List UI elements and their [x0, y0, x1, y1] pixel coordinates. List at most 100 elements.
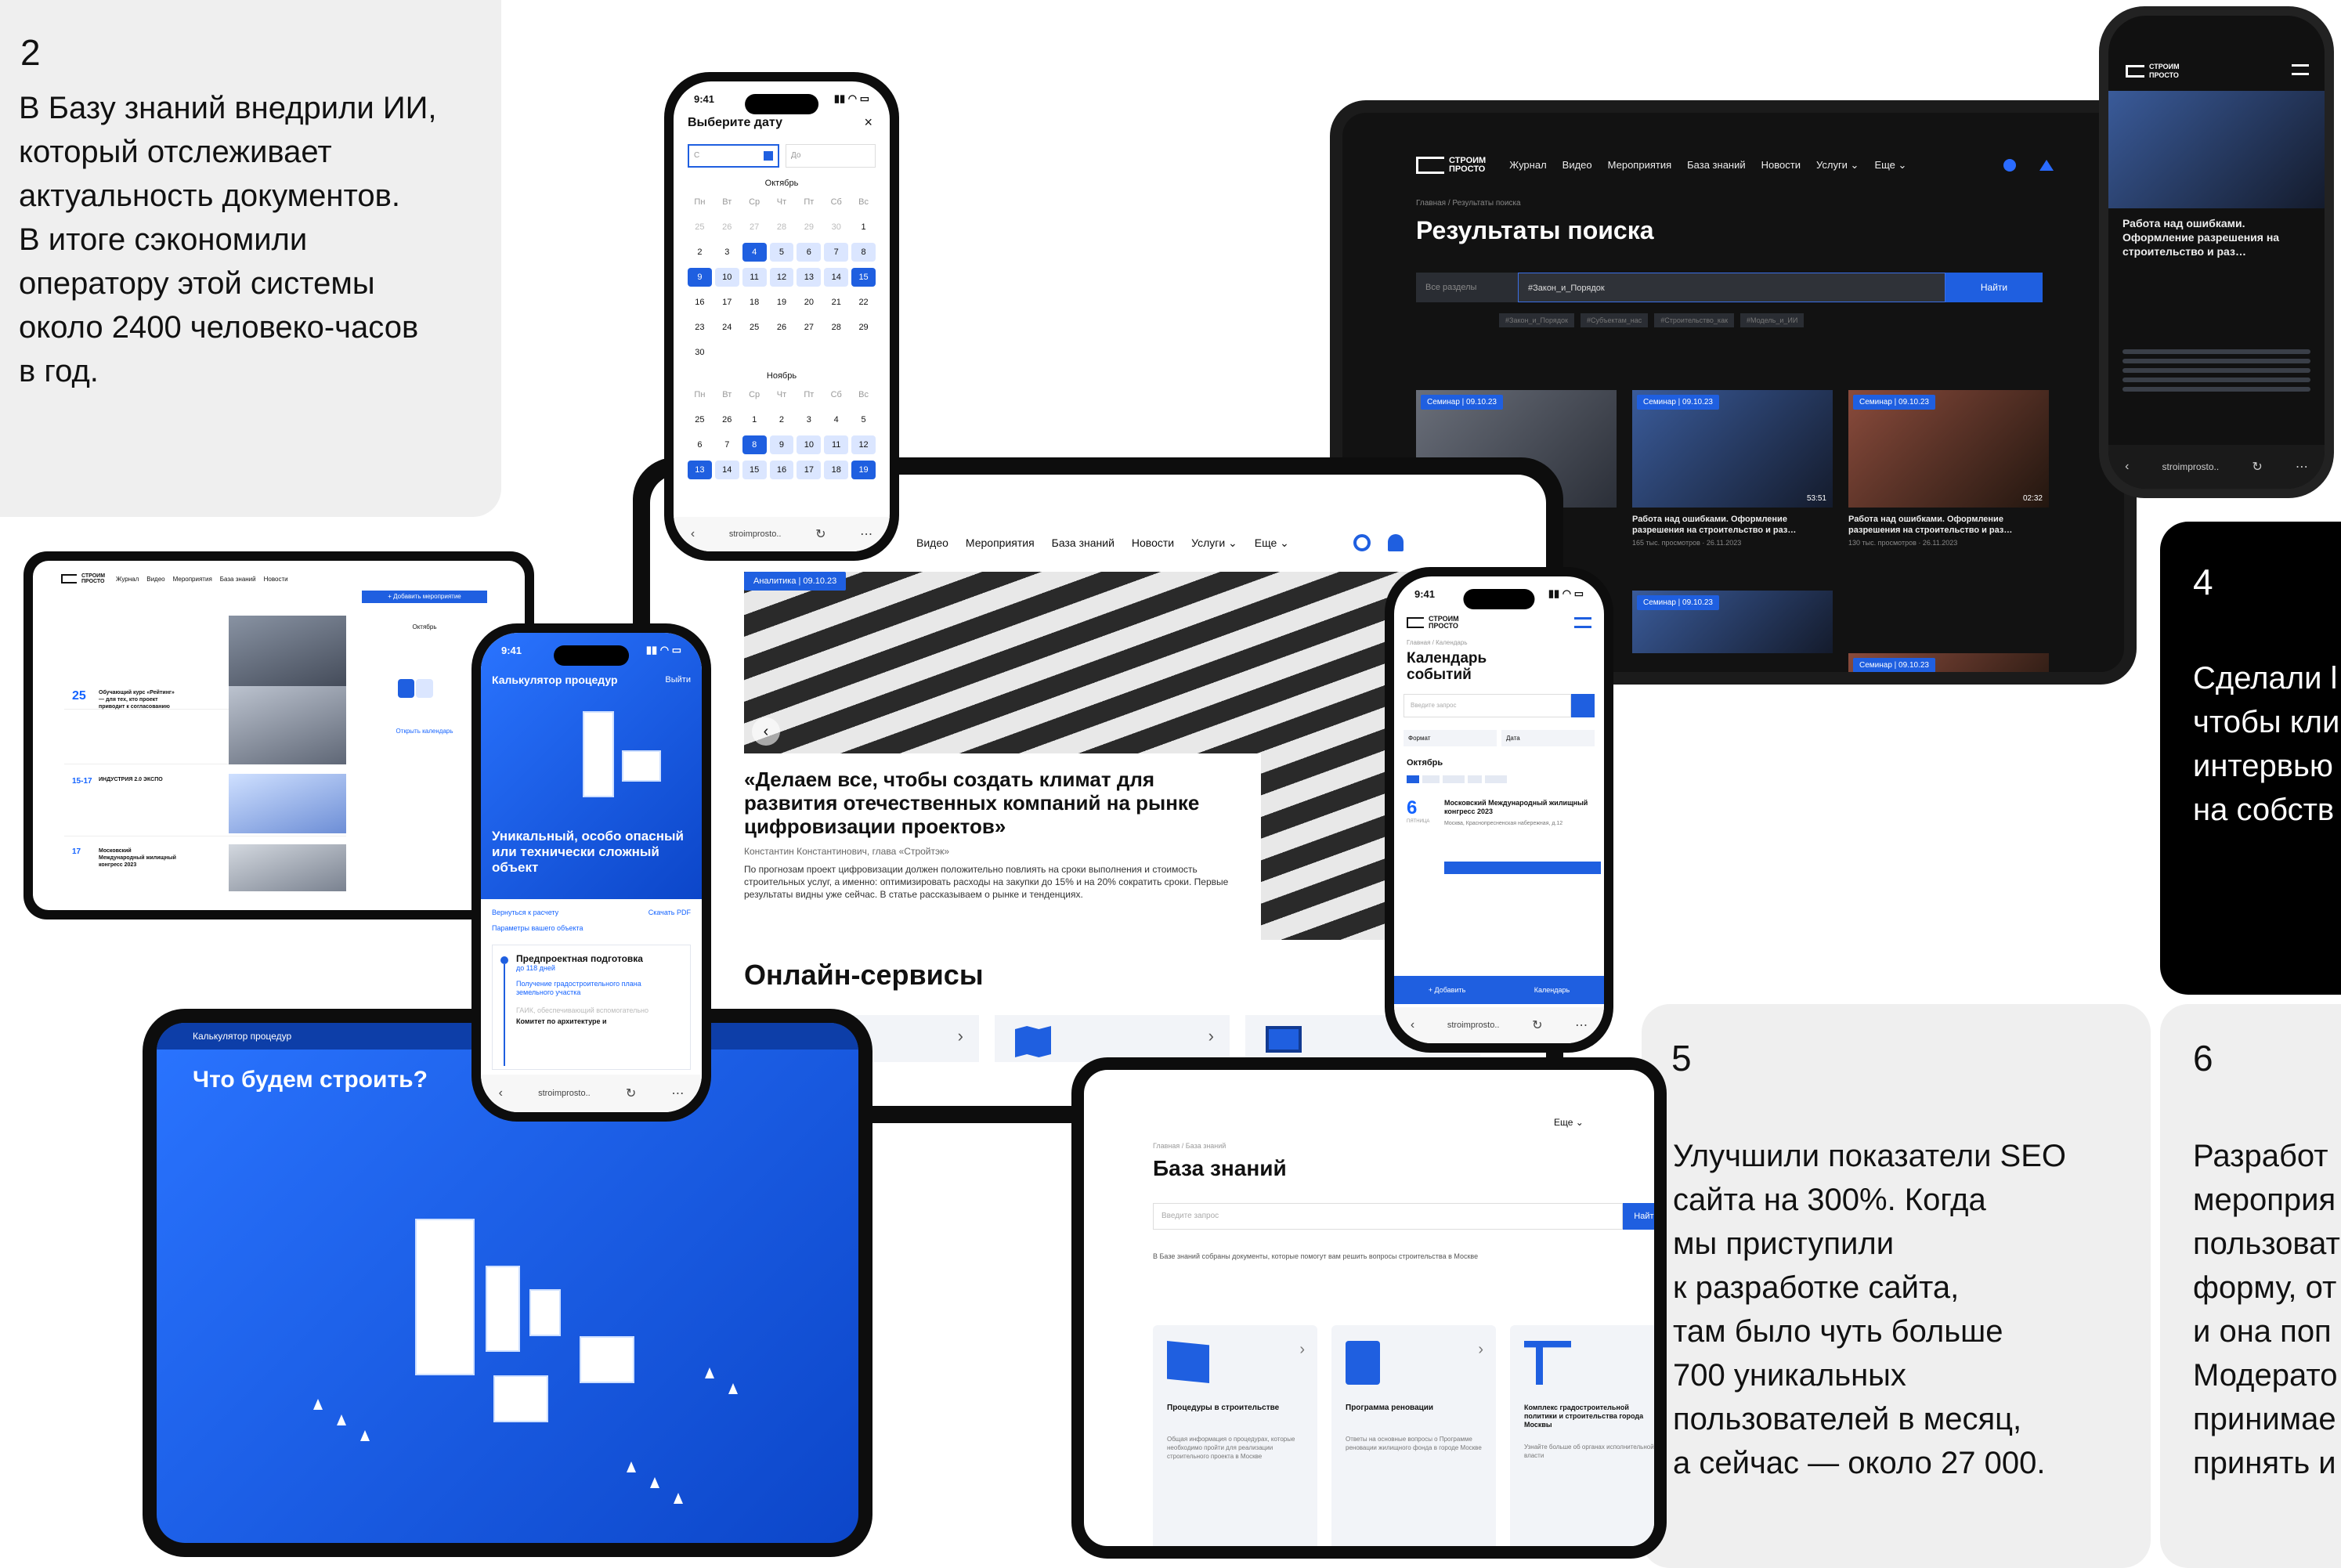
calendar-day[interactable]: 6: [797, 243, 822, 262]
calendar-day[interactable]: 20: [797, 293, 821, 312]
calendar-day[interactable]: 7: [715, 435, 739, 454]
calendar-day[interactable]: 26: [715, 218, 739, 237]
calendar-day[interactable]: 19: [851, 461, 876, 479]
nav-video[interactable]: Видео: [146, 576, 164, 583]
calendar-day[interactable]: 4: [742, 243, 767, 262]
search-button[interactable]: Найти: [1945, 273, 2043, 302]
calendar-day[interactable]: 24: [715, 318, 739, 337]
calendar-day[interactable]: 14: [824, 268, 849, 287]
section-select[interactable]: Все разделы: [1416, 273, 1518, 302]
brand-logo[interactable]: СТРОИМ ПРОСТО: [2126, 63, 2180, 80]
more-icon[interactable]: ⋯: [1575, 1017, 1588, 1033]
nav-kb[interactable]: База знаний: [1687, 159, 1746, 172]
calendar-day[interactable]: 15: [742, 461, 767, 479]
nav-events[interactable]: Мероприятия: [1608, 159, 1672, 172]
calendar-day[interactable]: 29: [797, 218, 821, 237]
nav-events[interactable]: Мероприятия: [173, 576, 212, 583]
tab[interactable]: [1443, 775, 1465, 783]
brand-logo[interactable]: СТРОИМ ПРОСТО: [1407, 616, 1459, 630]
step-item[interactable]: Получение градостроительного плана земел…: [516, 980, 673, 997]
calendar-day[interactable]: 13: [797, 268, 822, 287]
nav-services[interactable]: Услуги ⌄: [1816, 159, 1859, 172]
article-hero-image[interactable]: [2108, 91, 2325, 208]
search-button[interactable]: Найти: [1623, 1203, 1654, 1230]
calendar-day[interactable]: 28: [770, 218, 794, 237]
calendar-day[interactable]: 30: [824, 218, 848, 237]
more-icon[interactable]: ⋯: [2296, 459, 2308, 475]
calendar-day[interactable]: 11: [742, 268, 767, 287]
calendar-day[interactable]: 3: [797, 410, 821, 429]
menu-icon[interactable]: [2292, 64, 2309, 75]
event-row[interactable]: 17 Московский Международный жилищный кон…: [64, 844, 346, 891]
back-icon[interactable]: ‹: [2125, 460, 2129, 474]
calendar-day[interactable]: 27: [742, 218, 767, 237]
calendar-day[interactable]: 25: [688, 218, 712, 237]
calendar-day[interactable]: 27: [797, 318, 821, 337]
search-input[interactable]: Введите запрос: [1404, 694, 1571, 717]
calendar-day[interactable]: 17: [715, 293, 739, 312]
calendar-day[interactable]: 1: [742, 410, 767, 429]
nav-video[interactable]: Видео: [916, 537, 948, 549]
back-icon[interactable]: ‹: [1411, 1018, 1414, 1032]
calendar-day[interactable]: 3: [715, 243, 739, 262]
search-icon[interactable]: [2003, 159, 2016, 172]
open-calendar-link[interactable]: Открыть календарь: [362, 728, 487, 735]
prev-arrow-icon[interactable]: ‹: [752, 717, 780, 746]
calendar-day[interactable]: 1: [851, 218, 876, 237]
nav-journal[interactable]: Журнал: [116, 576, 139, 583]
kb-card[interactable]: › Программа реновации Ответы на основные…: [1331, 1325, 1496, 1546]
nav-news[interactable]: Новости: [1761, 159, 1801, 172]
close-icon[interactable]: ×: [864, 114, 872, 131]
calendar-day[interactable]: 12: [769, 268, 794, 287]
user-icon[interactable]: [1387, 534, 1404, 551]
calendar-day[interactable]: 6: [688, 435, 712, 454]
calendar-day[interactable]: 12: [851, 435, 876, 454]
calendar-day[interactable]: 11: [824, 435, 849, 454]
breadcrumb[interactable]: Главная / База знаний: [1153, 1142, 1226, 1150]
nav-news[interactable]: Новости: [264, 576, 288, 583]
nav-kb[interactable]: База знаний: [1052, 537, 1115, 549]
result-thumbnail[interactable]: Семинар | 09.10.23: [1848, 653, 2049, 672]
url-text[interactable]: stroimprosto..: [729, 529, 782, 539]
search-input[interactable]: #Закон_и_Порядок: [1518, 273, 1945, 302]
service-card[interactable]: ›: [995, 1015, 1230, 1062]
calendar-day[interactable]: 2: [688, 243, 712, 262]
calendar-button[interactable]: Календарь: [1534, 986, 1570, 994]
more-icon[interactable]: ⋯: [860, 526, 872, 542]
pdf-link[interactable]: Скачать PDF: [648, 909, 691, 916]
calendar-day[interactable]: 26: [770, 318, 794, 337]
calendar-day[interactable]: 7: [824, 243, 849, 262]
reload-icon[interactable]: ↻: [1532, 1017, 1542, 1033]
calendar-day[interactable]: 23: [688, 318, 712, 337]
calendar-day[interactable]: 9: [769, 435, 794, 454]
calendar-day[interactable]: 16: [688, 293, 712, 312]
calendar-day[interactable]: 28: [824, 318, 848, 337]
event-row[interactable]: 6 ПЯТНИЦА Московский Международный жилищ…: [1407, 797, 1601, 883]
tab[interactable]: [1422, 775, 1440, 783]
calendar-day[interactable]: 5: [851, 410, 876, 429]
tag[interactable]: #Закон_и_Порядок: [1499, 313, 1574, 327]
brand-logo[interactable]: СТРОИМ ПРОСТО: [61, 573, 105, 584]
tab[interactable]: [1407, 775, 1419, 783]
step-item[interactable]: Комитет по архитектуре и: [516, 1017, 682, 1025]
result-card[interactable]: Семинар | 09.10.23 02:32 Работа над ошиб…: [1848, 390, 2049, 547]
calendar-day[interactable]: 4: [824, 410, 848, 429]
nav-more[interactable]: Еще ⌄: [1255, 537, 1289, 550]
date-to-input[interactable]: До: [786, 144, 876, 168]
menu-search-icon[interactable]: [1574, 617, 1591, 628]
calendar-day[interactable]: 19: [770, 293, 794, 312]
search-button[interactable]: [1571, 694, 1595, 717]
nav-services[interactable]: Услуги ⌄: [1191, 537, 1237, 550]
params-link[interactable]: Параметры вашего объекта: [492, 924, 583, 932]
nav-more[interactable]: Еще ⌄: [1554, 1117, 1584, 1128]
breadcrumb[interactable]: Главная / Результаты поиска: [1416, 199, 1521, 208]
calendar-day[interactable]: 25: [742, 318, 767, 337]
format-filter[interactable]: Формат: [1404, 730, 1497, 746]
search-input[interactable]: Введите запрос: [1153, 1203, 1623, 1230]
calendar-day[interactable]: 14: [714, 461, 739, 479]
url-text[interactable]: stroimprosto..: [2162, 461, 2220, 472]
calendar-day[interactable]: 13: [688, 461, 712, 479]
event-row[interactable]: 15-17 ИНДУСТРИЯ 2.0 ЭКСПО: [64, 774, 346, 836]
brand-logo[interactable]: СТРОИМ ПРОСТО: [1416, 157, 1486, 174]
nav-journal[interactable]: Журнал: [1509, 159, 1546, 172]
